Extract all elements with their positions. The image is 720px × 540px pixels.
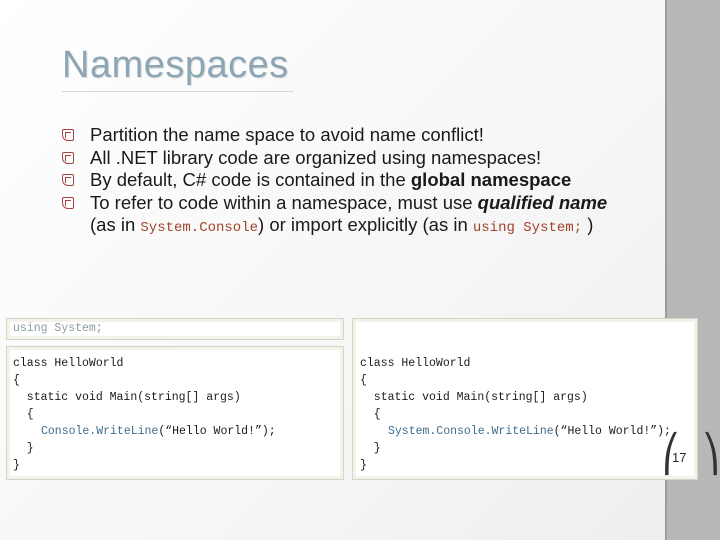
inline-code: using System;	[472, 220, 583, 236]
bullet-item: By default, C# code is contained in the …	[62, 169, 662, 192]
bullet-text: )	[582, 214, 594, 235]
code-line: Console.WriteLine(“Hello World!”);	[41, 423, 276, 440]
code-line: {	[360, 408, 381, 421]
code-line: class HelloWorld	[360, 357, 471, 370]
code-call: System.Console.WriteLine	[388, 425, 554, 438]
bullet-text: (as in	[90, 214, 141, 235]
code-call: Console.WriteLine	[41, 425, 159, 438]
bullet-text: All .NET library code are organized usin…	[90, 146, 542, 168]
code-line: }	[360, 459, 367, 472]
code-line: {	[360, 374, 367, 387]
page-number: 17	[672, 450, 687, 465]
code-line: {	[13, 408, 34, 421]
code-line: class HelloWorld	[13, 357, 124, 370]
bullet-item: All .NET library code are organized usin…	[62, 147, 662, 170]
page-number-right-brace-icon: ⎞	[702, 434, 720, 475]
bullet-text: By default, C# code is contained in the	[90, 169, 411, 190]
bullet-item: Partition the name space to avoid name c…	[62, 124, 662, 147]
bullet-item: To refer to code within a namespace, mus…	[62, 192, 662, 240]
bullet-text: To refer to code within a namespace, mus…	[90, 191, 478, 213]
bullet-marker-icon	[62, 174, 74, 186]
code-line: }	[360, 442, 381, 455]
code-arg: (“Hello World!”);	[158, 425, 276, 438]
code-box-left: class HelloWorld { static void Main(stri…	[6, 346, 344, 480]
title-underline	[62, 91, 294, 92]
code-line: }	[13, 459, 20, 472]
code-arg: (“Hello World!”);	[553, 425, 671, 438]
bullet-bold-italic-text: qualified name	[477, 191, 608, 213]
bullet-marker-icon	[62, 129, 74, 141]
code-line: {	[13, 374, 20, 387]
bullet-bold-text: global namespace	[410, 169, 572, 190]
slide-title: Namespaces	[62, 44, 289, 86]
bullet-marker-icon	[62, 151, 74, 164]
code-box-using: using System;	[6, 318, 344, 340]
bullet-text: ) or import explicitly (as in	[258, 214, 473, 235]
bullet-text: Partition the name space to avoid name c…	[90, 124, 484, 145]
inline-code: System.Console	[140, 220, 259, 236]
code-line: static void Main(string[] args)	[13, 391, 241, 404]
code-line: System.Console.WriteLine(“Hello World!”)…	[388, 423, 671, 440]
code-line: static void Main(string[] args)	[360, 391, 588, 404]
bullet-list: Partition the name space to avoid name c…	[62, 124, 662, 240]
code-line: using System;	[13, 322, 103, 335]
bullet-marker-icon	[62, 196, 74, 209]
code-line: }	[13, 442, 34, 455]
code-box-right: class HelloWorld { static void Main(stri…	[352, 318, 698, 480]
